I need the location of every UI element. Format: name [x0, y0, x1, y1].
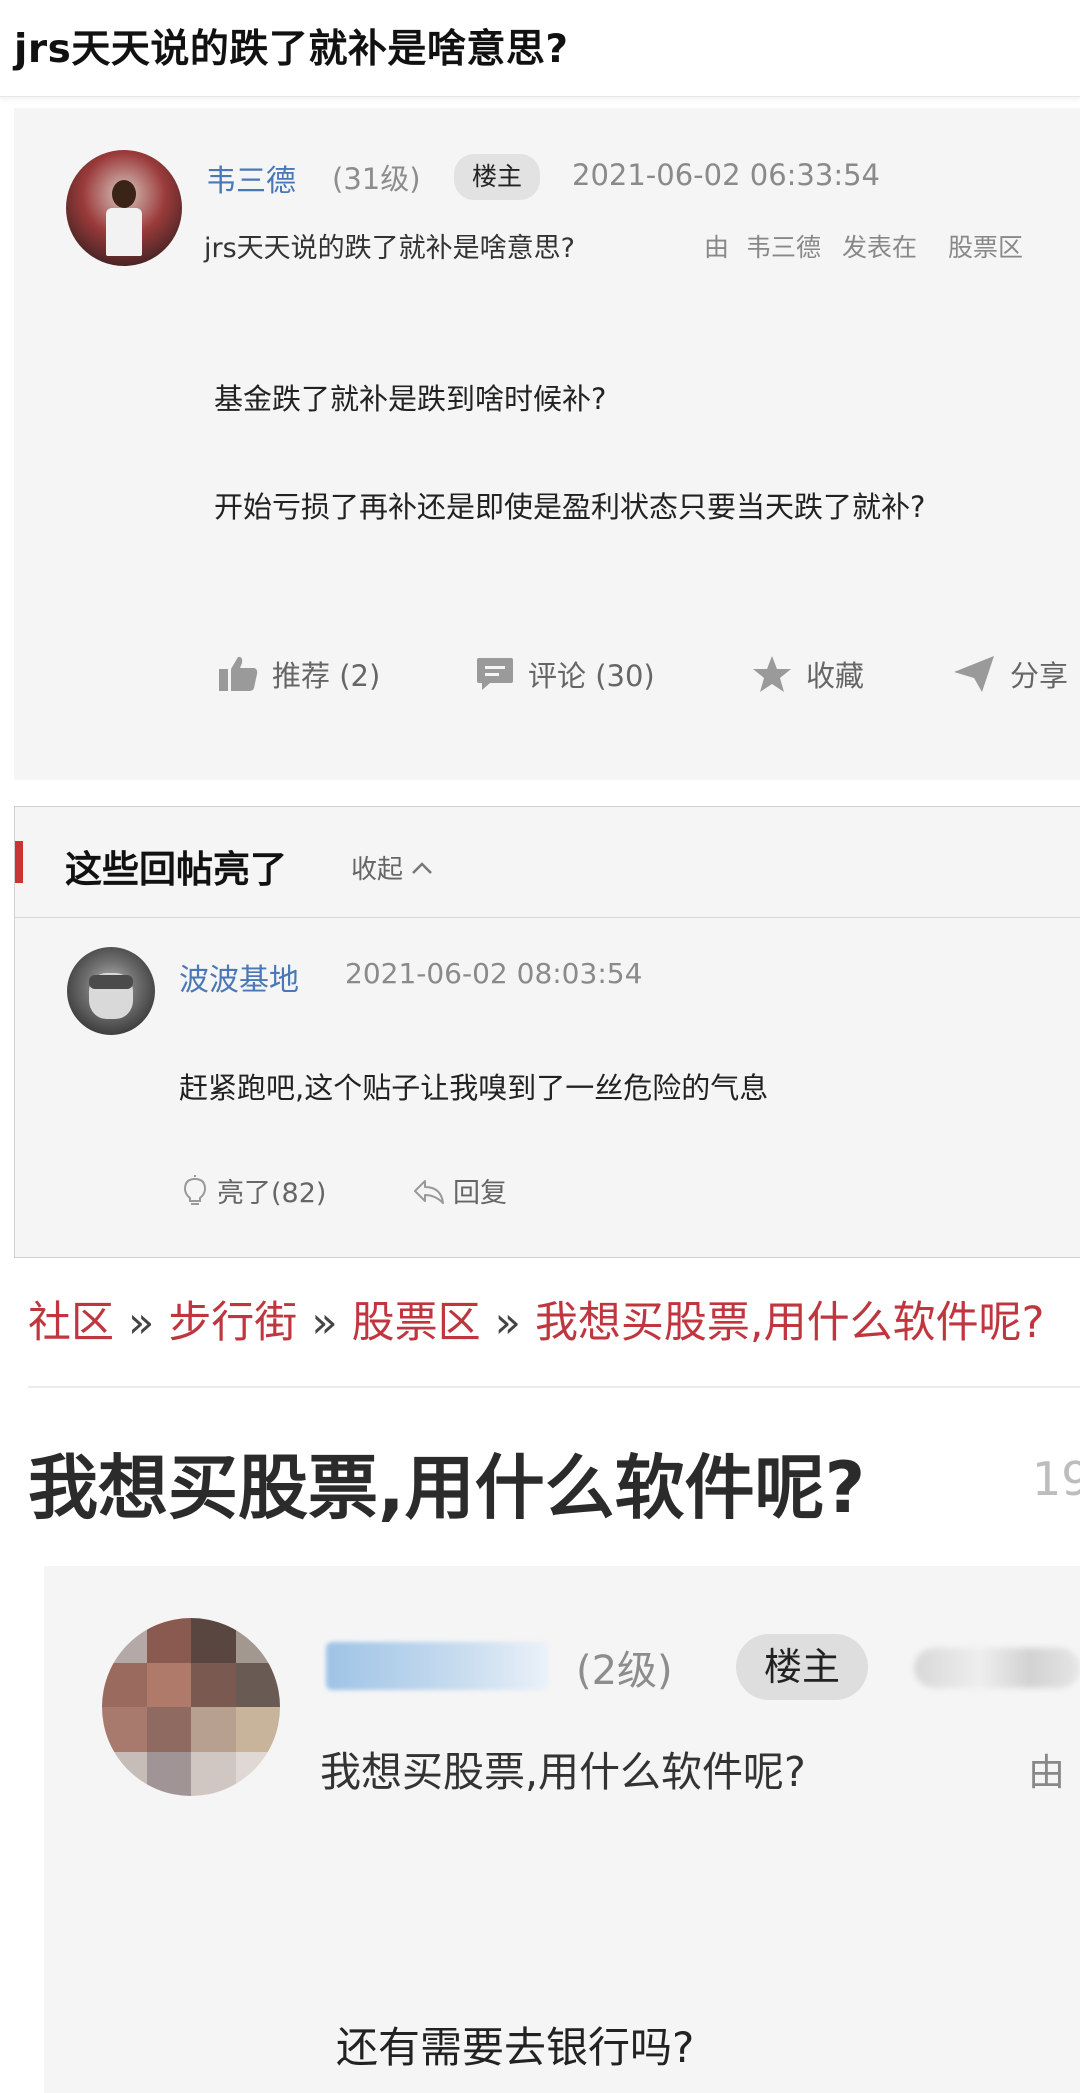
- collapse-toggle[interactable]: 收起: [351, 849, 433, 886]
- accent-bar: [15, 841, 23, 883]
- reply-button[interactable]: 回复: [413, 1171, 507, 1210]
- post-time: 2021-06-02 06:33:54: [572, 158, 880, 192]
- breadcrumb-stock-board[interactable]: 股票区: [352, 1298, 481, 1348]
- recommend-label: 推荐 (2): [272, 659, 381, 693]
- second-post: (2级) 楼主 我想买股票,用什么软件呢? 由 还有需要去银行吗?: [44, 1566, 1080, 2093]
- comment-button[interactable]: 评论 (30): [476, 644, 655, 704]
- light-label: 亮了(82): [217, 1178, 327, 1209]
- breadcrumb: 社区 » 步行街 » 股票区 » 我想买股票,用什么软件呢?: [28, 1288, 1044, 1350]
- reply-avatar[interactable]: [67, 947, 155, 1035]
- reply-arrow-icon: [414, 1179, 444, 1204]
- reply-author[interactable]: 波波基地: [179, 955, 299, 999]
- author-avatar[interactable]: [66, 150, 182, 266]
- post-body-line: 基金跌了就补是跌到啥时候补?: [214, 382, 607, 416]
- meta-by: 由: [1028, 1751, 1065, 1794]
- thread-title: 我想买股票,用什么软件呢?: [28, 1447, 866, 1529]
- highlighted-title: 这些回帖亮了: [65, 848, 287, 891]
- breadcrumb-community[interactable]: 社区: [28, 1298, 114, 1348]
- light-button[interactable]: 亮了(82): [181, 1171, 326, 1210]
- main-post: 韦三德 (31级) 楼主 2021-06-02 06:33:54 jrs天天说的…: [14, 108, 1080, 780]
- reply-time: 2021-06-02 08:03:54: [345, 957, 643, 990]
- meta-author[interactable]: 韦三德: [746, 228, 821, 264]
- recommend-button[interactable]: 推荐 (2): [218, 644, 380, 704]
- share-label: 分享: [1010, 659, 1069, 693]
- post-subtitle: 我想买股票,用什么软件呢?: [320, 1748, 806, 1796]
- blurred-username: [326, 1642, 548, 1690]
- share-button[interactable]: 分享: [952, 644, 1068, 704]
- meta-posted-in: 发表在: [842, 233, 918, 262]
- page-title: jrs天天说的跌了就补是啥意思?: [14, 27, 569, 72]
- blurred-avatar[interactable]: [102, 1618, 280, 1796]
- favorite-button[interactable]: 收藏: [752, 644, 864, 704]
- breadcrumb-current-thread[interactable]: 我想买股票,用什么软件呢?: [535, 1298, 1045, 1348]
- collapse-label: 收起: [351, 855, 404, 885]
- thumbs-up-icon: [219, 656, 258, 691]
- post-body: 还有需要去银行吗?: [336, 2023, 695, 2072]
- meta-by: 由: [704, 233, 730, 262]
- author-name[interactable]: 韦三德: [206, 156, 296, 200]
- share-arrow-icon: [954, 656, 994, 692]
- highlighted-header: 这些回帖亮了 收起: [15, 807, 1080, 918]
- reply-label: 回复: [453, 1178, 507, 1209]
- star-icon: [753, 656, 791, 692]
- reply-body: 赶紧跑吧,这个贴子让我嗅到了一丝危险的气息: [179, 1071, 769, 1105]
- breadcrumb-separator: »: [494, 1298, 521, 1348]
- thread-count: 19: [1032, 1452, 1080, 1506]
- comment-label: 评论 (30): [528, 659, 655, 693]
- host-badge: 楼主: [454, 154, 540, 200]
- post-body-line: 开始亏损了再补还是即使是盈利状态只要当天跌了就补?: [214, 490, 926, 524]
- author-level: (2级): [576, 1648, 673, 1694]
- host-badge: 楼主: [736, 1634, 868, 1700]
- chevron-up-icon: [412, 861, 432, 874]
- meta-board[interactable]: 股票区: [948, 228, 1023, 264]
- favorite-label: 收藏: [806, 659, 865, 693]
- comment-icon: [477, 658, 513, 690]
- author-level: (31级): [332, 162, 421, 196]
- divider: [28, 1386, 1080, 1388]
- blurred-time: [914, 1648, 1080, 1688]
- highlighted-replies: 这些回帖亮了 收起 波波基地 2021-06-02 08:03:54 赶紧跑吧,…: [14, 806, 1080, 1258]
- breadcrumb-separator: »: [311, 1298, 338, 1348]
- lightbulb-icon: [183, 1174, 207, 1205]
- page-header: jrs天天说的跌了就补是啥意思?: [0, 0, 1080, 97]
- breadcrumb-pedestrian-street[interactable]: 步行街: [168, 1298, 297, 1348]
- post-subtitle: jrs天天说的跌了就补是啥意思?: [204, 233, 575, 264]
- breadcrumb-separator: »: [128, 1298, 155, 1348]
